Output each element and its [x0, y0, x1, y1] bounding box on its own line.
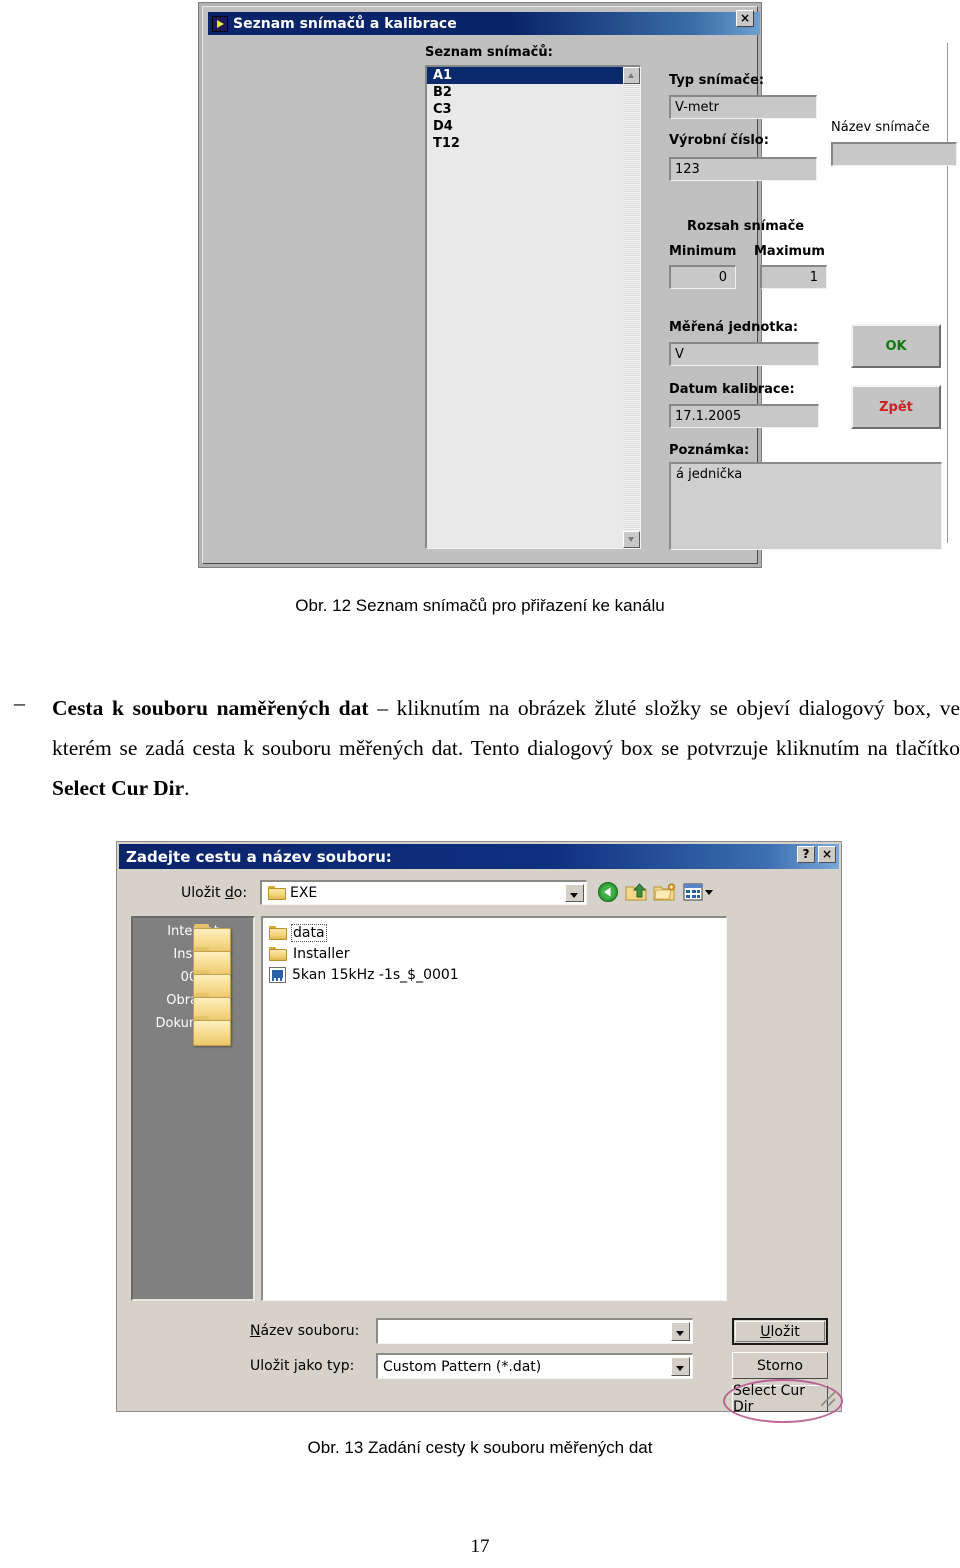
close-icon[interactable]: ×: [818, 846, 836, 863]
paragraph-bold-tail: Select Cur Dir: [52, 776, 185, 800]
calibration-date-field[interactable]: 17.1.2005: [669, 404, 819, 428]
ok-button[interactable]: OK: [851, 324, 941, 368]
chevron-down-icon[interactable]: [671, 1322, 690, 1341]
maximum-label: Maximum: [754, 244, 825, 259]
list-item[interactable]: data: [267, 922, 726, 943]
file-name-label-accesskey: N: [250, 1323, 261, 1339]
file-type-label-suffix: ako typ:: [297, 1358, 355, 1374]
views-icon[interactable]: [682, 881, 705, 903]
measured-unit-field[interactable]: V: [669, 342, 819, 366]
list-item[interactable]: A1: [427, 67, 623, 84]
window-title: Seznam snímačů a kalibrace: [233, 15, 457, 32]
save-in-label-suffix: o:: [233, 885, 248, 901]
paragraph-text-2: .: [184, 776, 190, 800]
save-dialog-toolbar: [597, 879, 727, 905]
back-icon[interactable]: [597, 881, 620, 903]
save-in-label: Uložit do:: [181, 885, 247, 901]
note-textarea[interactable]: á jednička: [669, 462, 942, 550]
list-dash-marker: –: [14, 690, 25, 715]
sensor-type-field[interactable]: V-metr: [669, 95, 817, 119]
chevron-down-icon[interactable]: [565, 884, 584, 902]
sensor-name-field[interactable]: [831, 142, 957, 166]
file-type-label-prefix: Uložit: [250, 1358, 294, 1374]
save-button-accesskey: U: [760, 1323, 771, 1340]
folder-icon: [269, 946, 287, 961]
new-folder-icon[interactable]: [653, 881, 676, 903]
save-dialog-titlebar: Zadejte cestu a název souboru:: [119, 844, 839, 869]
titlebar: Seznam snímačů a kalibrace: [208, 12, 760, 35]
save-in-label-accesskey: d: [224, 885, 234, 901]
serial-number-field[interactable]: 123: [669, 157, 817, 181]
chevron-down-icon[interactable]: [705, 890, 713, 895]
list-item[interactable]: 5kan 15kHz -1s_$_0001: [267, 964, 726, 985]
save-button-suffix: ložit: [770, 1323, 800, 1340]
folder-icon: [268, 886, 286, 900]
file-list[interactable]: data Installer 5kan 15kHz -1s_$_0001: [261, 916, 727, 1301]
save-dialog-title: Zadejte cestu a název souboru:: [126, 847, 392, 866]
up-one-level-icon[interactable]: [625, 881, 648, 903]
list-item-label: Installer: [293, 945, 350, 962]
minimum-field[interactable]: 0: [669, 265, 736, 289]
file-type-label: Uložit jako typ:: [250, 1358, 354, 1374]
figure-12-labview-dialog: Seznam snímačů a kalibrace × Seznam sním…: [198, 2, 957, 568]
list-item-label: data: [291, 923, 327, 942]
file-name-label-suffix: ázev souboru:: [260, 1323, 360, 1339]
places-item-internet[interactable]: Internet: [133, 924, 253, 954]
labview-vi-icon: [212, 15, 228, 32]
scroll-up-icon[interactable]: [623, 67, 640, 84]
figure-13-save-dialog: Zadejte cestu a název souboru: ? × Uloži…: [116, 841, 843, 1423]
sensor-name-label: Název snímače: [831, 120, 930, 135]
save-button[interactable]: Uložit: [732, 1318, 828, 1345]
list-item[interactable]: D4: [427, 118, 623, 135]
folder-icon: [269, 925, 287, 940]
caption-figure-13: Obr. 13 Zadání cesty k souboru měřených …: [307, 1438, 653, 1457]
save-dialog-body: Uložit do: EXE data Installer 5kan 15kHz…: [119, 871, 843, 1423]
sensor-listbox[interactable]: A1 B2 C3 D4 T12: [425, 65, 641, 549]
range-title: Rozsah snímače: [687, 219, 805, 234]
panel-divider: [947, 43, 948, 543]
save-in-combobox[interactable]: EXE: [260, 880, 587, 905]
serial-number-label: Výrobní číslo:: [669, 133, 769, 148]
calibration-date-label: Datum kalibrace:: [669, 382, 795, 397]
measured-unit-label: Měřená jednotka:: [669, 320, 799, 335]
close-icon[interactable]: ×: [736, 10, 754, 27]
note-label: Poznámka:: [669, 443, 750, 458]
save-in-value: EXE: [290, 885, 318, 901]
sensor-list-items: A1 B2 C3 D4 T12: [427, 67, 623, 152]
file-name-input[interactable]: [376, 1318, 693, 1344]
list-item[interactable]: Installer: [267, 943, 726, 964]
sensor-list-label: Seznam snímačů:: [425, 45, 553, 60]
listbox-scrollbar[interactable]: [623, 67, 640, 548]
list-item[interactable]: T12: [427, 135, 623, 152]
select-cur-dir-button[interactable]: Select Cur Dir: [732, 1383, 828, 1415]
page-number: 17: [470, 1536, 490, 1557]
help-icon[interactable]: ?: [797, 846, 815, 863]
sensor-type-label: Typ snímače:: [669, 73, 765, 88]
data-file-icon: [269, 966, 286, 983]
file-type-value: Custom Pattern (*.dat): [383, 1358, 542, 1375]
cancel-button[interactable]: Storno: [732, 1352, 828, 1379]
back-button[interactable]: Zpět: [851, 385, 941, 429]
resize-grip[interactable]: [821, 1392, 835, 1406]
dialog-frame: Seznam snímačů a kalibrace × Seznam sním…: [202, 6, 957, 564]
list-item[interactable]: C3: [427, 101, 623, 118]
scroll-down-icon[interactable]: [623, 531, 640, 548]
places-bar: Internet Install 000 Obrázky Dokumenty: [131, 916, 255, 1301]
list-item-label: 5kan 15kHz -1s_$_0001: [292, 966, 459, 983]
maximum-field[interactable]: 1: [760, 265, 827, 289]
save-in-label-prefix: Uložit: [181, 885, 225, 901]
list-item[interactable]: B2: [427, 84, 623, 101]
file-name-label: Název souboru:: [250, 1323, 359, 1339]
file-type-combobox[interactable]: Custom Pattern (*.dat): [376, 1353, 693, 1379]
paragraph-bold-lead: Cesta k souboru naměřených dat: [52, 696, 369, 720]
body-paragraph: Cesta k souboru naměřených dat – kliknut…: [52, 688, 960, 808]
chevron-down-icon[interactable]: [671, 1357, 690, 1376]
minimum-label: Minimum: [669, 244, 737, 259]
caption-figure-12: Obr. 12 Seznam snímačů pro přiřazení ke …: [295, 596, 665, 615]
